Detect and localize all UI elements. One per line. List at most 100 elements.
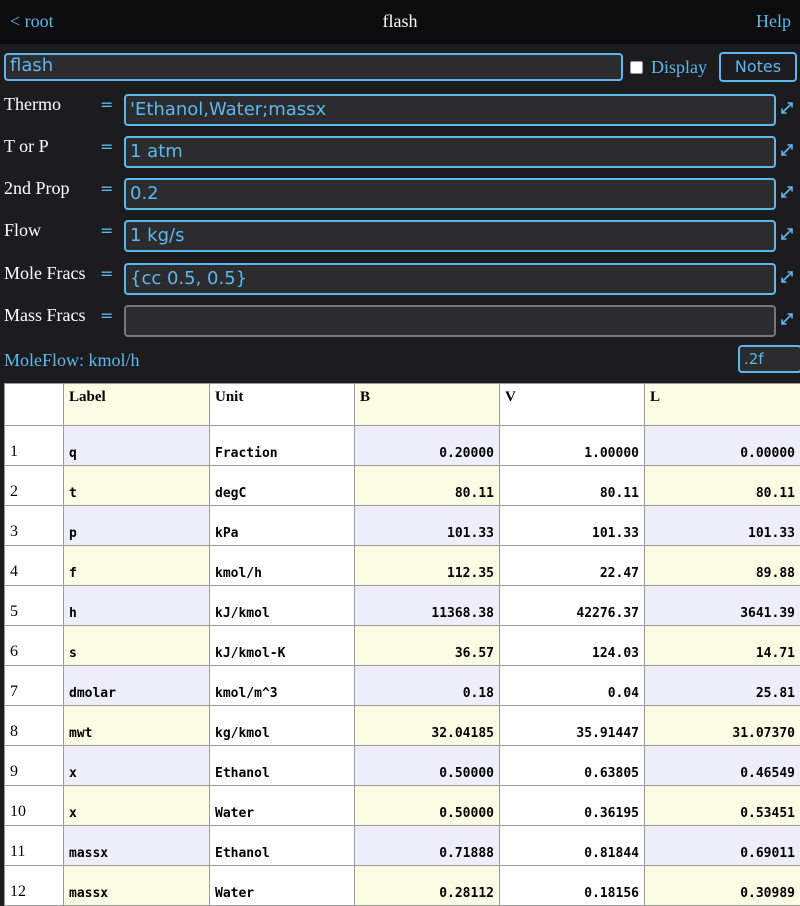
value-l-cell[interactable]: 89.88 <box>645 546 800 586</box>
expand-icon[interactable] <box>779 226 795 242</box>
header-v[interactable]: V <box>500 384 645 426</box>
value-v-cell[interactable]: 22.47 <box>500 546 645 586</box>
field-input[interactable] <box>124 305 776 337</box>
row-index-cell: 9 <box>5 746 64 786</box>
field-input[interactable]: 1 kg/s <box>124 220 776 252</box>
format-input[interactable]: .2f <box>738 345 800 373</box>
row-unit-cell[interactable]: Water <box>210 866 355 906</box>
header-unit[interactable]: Unit <box>210 384 355 426</box>
value-b-cell[interactable]: 80.11 <box>355 466 500 506</box>
value-b-cell[interactable]: 32.04185 <box>355 706 500 746</box>
notes-button[interactable]: Notes <box>719 52 797 82</box>
row-unit-cell[interactable]: kPa <box>210 506 355 546</box>
row-index-cell: 10 <box>5 786 64 826</box>
row-label-cell[interactable]: x <box>64 786 210 826</box>
row-unit-cell[interactable]: kmol/h <box>210 546 355 586</box>
row-index-cell: 4 <box>5 546 64 586</box>
row-index-cell: 1 <box>5 426 64 466</box>
row-label-cell[interactable]: dmolar <box>64 666 210 706</box>
value-l-cell[interactable]: 0.30989 <box>645 866 800 906</box>
row-unit-cell[interactable]: Ethanol <box>210 826 355 866</box>
row-label-cell[interactable]: x <box>64 746 210 786</box>
expand-icon[interactable] <box>779 184 795 200</box>
row-label-cell[interactable]: massx <box>64 826 210 866</box>
value-v-cell[interactable]: 0.63805 <box>500 746 645 786</box>
row-unit-cell[interactable]: Water <box>210 786 355 826</box>
row-index-cell: 8 <box>5 706 64 746</box>
row-label-cell[interactable]: t <box>64 466 210 506</box>
field-input[interactable]: 0.2 <box>124 178 776 210</box>
table-row: 11massxEthanol0.718880.818440.69011 <box>5 826 800 866</box>
row-unit-cell[interactable]: kJ/kmol <box>210 586 355 626</box>
display-checkbox[interactable] <box>630 61 643 74</box>
value-b-cell[interactable]: 36.57 <box>355 626 500 666</box>
value-v-cell[interactable]: 101.33 <box>500 506 645 546</box>
value-v-cell[interactable]: 0.04 <box>500 666 645 706</box>
field-row: Flow=1 kg/s <box>0 212 800 254</box>
page-title: flash <box>0 11 800 32</box>
row-unit-cell[interactable]: Ethanol <box>210 746 355 786</box>
row-label-cell[interactable]: massx <box>64 866 210 906</box>
value-l-cell[interactable]: 0.53451 <box>645 786 800 826</box>
value-l-cell[interactable]: 3641.39 <box>645 586 800 626</box>
expand-icon[interactable] <box>779 100 795 116</box>
value-b-cell[interactable]: 0.71888 <box>355 826 500 866</box>
value-b-cell[interactable]: 0.50000 <box>355 746 500 786</box>
value-b-cell[interactable]: 0.28112 <box>355 866 500 906</box>
expand-icon[interactable] <box>779 269 795 285</box>
block-name-row: flash Display Notes <box>0 44 800 86</box>
row-label-cell[interactable]: h <box>64 586 210 626</box>
value-l-cell[interactable]: 0.69011 <box>645 826 800 866</box>
value-v-cell[interactable]: 124.03 <box>500 626 645 666</box>
help-link[interactable]: Help <box>756 11 791 32</box>
row-unit-cell[interactable]: kg/kmol <box>210 706 355 746</box>
row-unit-cell[interactable]: kJ/kmol-K <box>210 626 355 666</box>
expand-icon[interactable] <box>779 142 795 158</box>
value-b-cell[interactable]: 112.35 <box>355 546 500 586</box>
value-l-cell[interactable]: 0.00000 <box>645 426 800 466</box>
field-input[interactable]: {cc 0.5, 0.5} <box>124 263 776 295</box>
value-v-cell[interactable]: 0.81844 <box>500 826 645 866</box>
value-l-cell[interactable]: 0.46549 <box>645 746 800 786</box>
value-v-cell[interactable]: 1.00000 <box>500 426 645 466</box>
header-b[interactable]: B <box>355 384 500 426</box>
table-row: 8mwtkg/kmol32.0418535.9144731.07370 <box>5 706 800 746</box>
field-input[interactable]: 'Ethanol,Water;massx <box>124 94 776 126</box>
value-l-cell[interactable]: 31.07370 <box>645 706 800 746</box>
field-row: 2nd Prop=0.2 <box>0 170 800 212</box>
header-label[interactable]: Label <box>64 384 210 426</box>
field-input[interactable]: 1 atm <box>124 136 776 168</box>
value-v-cell[interactable]: 35.91447 <box>500 706 645 746</box>
header-l[interactable]: L <box>645 384 800 426</box>
equals-sign: = <box>100 306 113 325</box>
row-label-cell[interactable]: p <box>64 506 210 546</box>
display-toggle[interactable]: Display <box>630 57 707 78</box>
row-label-cell[interactable]: q <box>64 426 210 466</box>
value-l-cell[interactable]: 101.33 <box>645 506 800 546</box>
row-unit-cell[interactable]: Fraction <box>210 426 355 466</box>
row-index-cell: 11 <box>5 826 64 866</box>
row-label-cell[interactable]: f <box>64 546 210 586</box>
value-l-cell[interactable]: 25.81 <box>645 666 800 706</box>
value-l-cell[interactable]: 80.11 <box>645 466 800 506</box>
field-label: T or P <box>4 136 49 157</box>
value-v-cell[interactable]: 80.11 <box>500 466 645 506</box>
row-label-cell[interactable]: s <box>64 626 210 666</box>
value-b-cell[interactable]: 0.18 <box>355 666 500 706</box>
row-index-cell: 5 <box>5 586 64 626</box>
value-b-cell[interactable]: 101.33 <box>355 506 500 546</box>
value-v-cell[interactable]: 0.18156 <box>500 866 645 906</box>
block-name-input[interactable]: flash <box>4 53 623 81</box>
expand-icon[interactable] <box>779 311 795 327</box>
row-label-cell[interactable]: mwt <box>64 706 210 746</box>
row-unit-cell[interactable]: kmol/m^3 <box>210 666 355 706</box>
value-v-cell[interactable]: 0.36195 <box>500 786 645 826</box>
equals-sign: = <box>100 221 113 240</box>
value-v-cell[interactable]: 42276.37 <box>500 586 645 626</box>
display-label: Display <box>651 57 707 78</box>
value-l-cell[interactable]: 14.71 <box>645 626 800 666</box>
row-unit-cell[interactable]: degC <box>210 466 355 506</box>
value-b-cell[interactable]: 0.20000 <box>355 426 500 466</box>
value-b-cell[interactable]: 0.50000 <box>355 786 500 826</box>
value-b-cell[interactable]: 11368.38 <box>355 586 500 626</box>
